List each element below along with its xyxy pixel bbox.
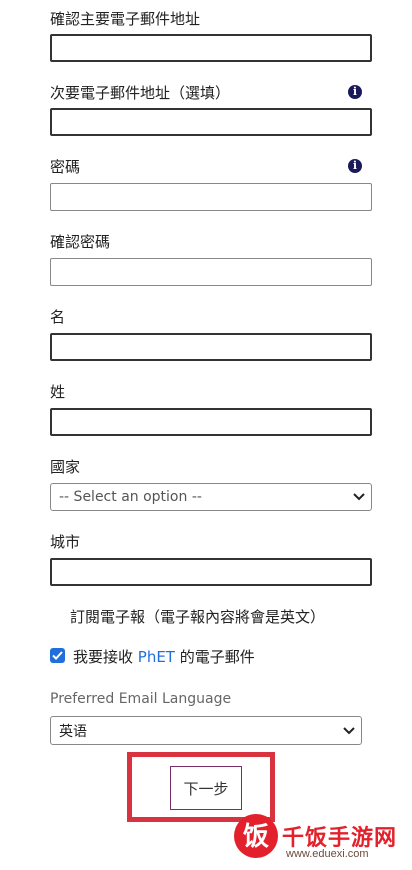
first-name-label: 名 [50, 308, 66, 326]
watermark-url: www.eduexi.com [286, 848, 369, 860]
preferred-language-label: Preferred Email Language [50, 691, 232, 707]
preferred-language-value: 英语 [59, 723, 87, 740]
secondary-email-input[interactable] [50, 108, 372, 136]
info-icon[interactable]: i [348, 85, 362, 99]
receive-email-label: 我要接收 PhET 的電子郵件 [73, 648, 255, 666]
receive-email-prefix: 我要接收 [73, 648, 138, 666]
phet-link[interactable]: PhET [138, 648, 175, 666]
newsletter-heading: 訂閱電子報（電子報內容將會是英文） [70, 608, 326, 626]
chevron-down-icon [343, 726, 355, 734]
chevron-down-icon [353, 493, 365, 501]
confirm-password-input[interactable] [50, 258, 372, 286]
country-select[interactable]: -- Select an option -- [50, 483, 372, 511]
password-label: 密碼 [50, 158, 81, 176]
country-label: 國家 [50, 458, 81, 476]
secondary-email-label: 次要電子郵件地址（選填） [50, 84, 231, 102]
city-input[interactable] [50, 558, 372, 586]
checkmark-icon [52, 651, 63, 660]
city-label: 城市 [50, 533, 81, 551]
info-icon[interactable]: i [348, 159, 362, 173]
watermark-logo-char: 饭 [243, 822, 269, 852]
confirm-email-label: 確認主要電子郵件地址 [50, 10, 201, 28]
receive-email-suffix: 的電子郵件 [174, 648, 255, 666]
country-select-value: -- Select an option -- [59, 489, 202, 505]
first-name-input[interactable] [50, 333, 372, 361]
confirm-email-input[interactable] [50, 34, 372, 62]
receive-email-checkbox[interactable] [50, 648, 65, 663]
last-name-label: 姓 [50, 383, 66, 401]
password-input[interactable] [50, 183, 372, 211]
next-button[interactable]: 下一步 [170, 766, 242, 810]
watermark-logo: 饭 [234, 814, 278, 858]
last-name-input[interactable] [50, 408, 372, 436]
confirm-password-label: 確認密碼 [50, 233, 111, 251]
preferred-language-select[interactable]: 英语 [50, 716, 362, 745]
